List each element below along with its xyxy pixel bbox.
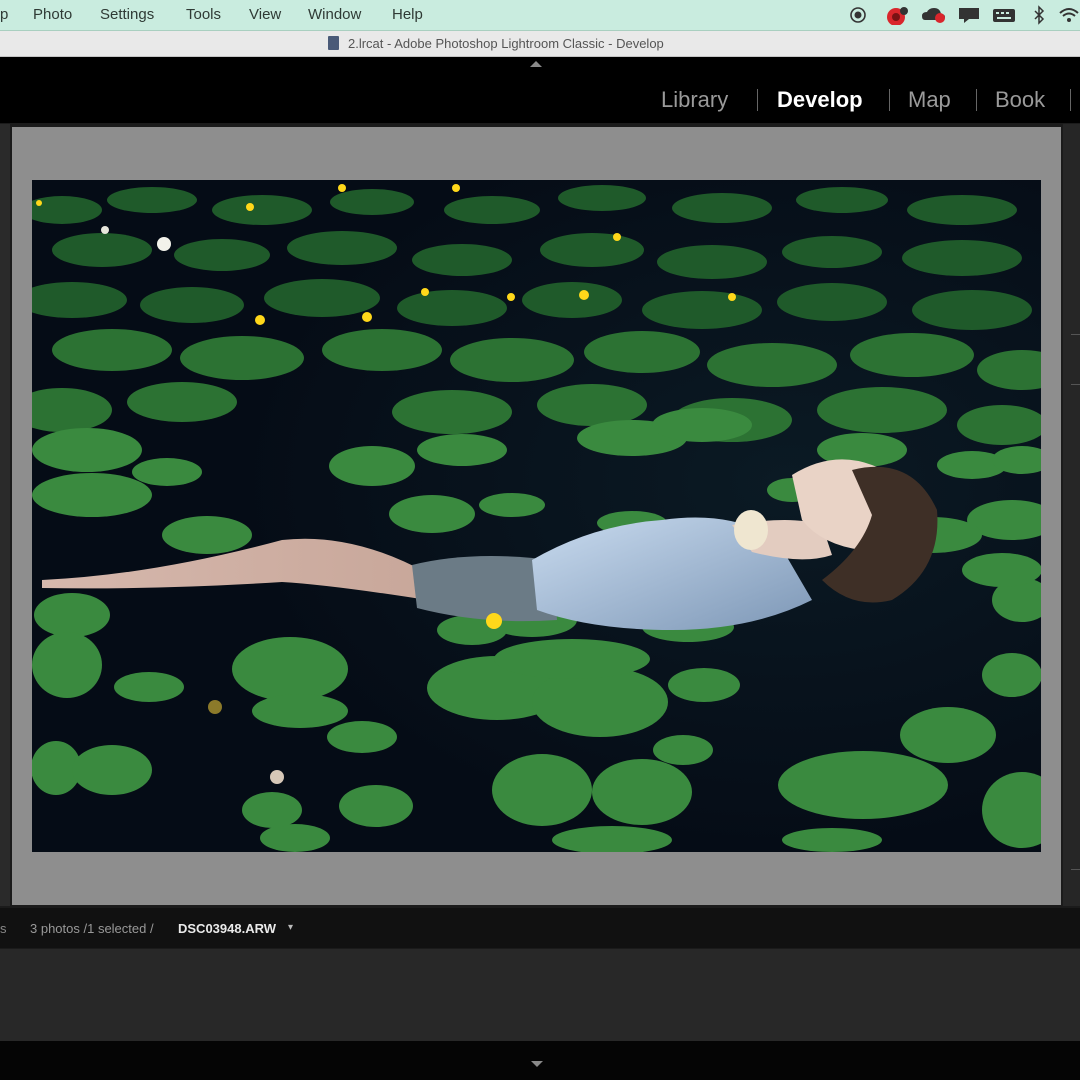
- window-title-bar: 2.lrcat - Adobe Photoshop Lightroom Clas…: [0, 31, 1080, 57]
- selected-filename[interactable]: DSC03948.ARW: [178, 921, 276, 936]
- panel-divider: [1071, 384, 1080, 385]
- notification-badge-icon[interactable]: [884, 5, 910, 25]
- module-picker-bar: Library Develop Map Book: [0, 57, 1080, 123]
- record-icon[interactable]: [849, 5, 867, 25]
- module-separator: [889, 89, 890, 111]
- collapse-filmstrip-icon[interactable]: [531, 1061, 543, 1067]
- panel-divider: [1071, 334, 1080, 335]
- module-map[interactable]: Map: [908, 87, 951, 113]
- menu-photo[interactable]: Photo: [33, 6, 72, 23]
- module-separator: [976, 89, 977, 111]
- menu-settings[interactable]: Settings: [100, 6, 154, 23]
- photo-count-label: 3 photos /1 selected /: [30, 921, 154, 936]
- filmstrip-left-label: s: [0, 921, 7, 936]
- menu-app-partial[interactable]: p: [0, 6, 8, 23]
- filmstrip-panel[interactable]: [0, 949, 1080, 1041]
- cloud-sync-icon[interactable]: [920, 5, 948, 25]
- menu-view[interactable]: View: [249, 6, 281, 23]
- photo-preview[interactable]: [32, 180, 1041, 852]
- bottom-panel-bar: [0, 1041, 1080, 1080]
- menu-tools[interactable]: Tools: [186, 6, 221, 23]
- left-panel-edge[interactable]: [0, 124, 10, 906]
- right-panel-edge[interactable]: [1063, 124, 1080, 906]
- macos-menu-bar: p Photo Settings Tools View Window Help: [0, 0, 1080, 31]
- module-book[interactable]: Book: [995, 87, 1045, 113]
- module-separator: [1070, 89, 1071, 111]
- module-separator: [757, 89, 758, 111]
- keyboard-icon[interactable]: [991, 5, 1017, 25]
- panel-divider: [1071, 869, 1080, 870]
- collapse-top-panel-icon[interactable]: [530, 61, 542, 67]
- chat-icon[interactable]: [957, 5, 981, 25]
- menu-window[interactable]: Window: [308, 6, 361, 23]
- bluetooth-icon[interactable]: [1032, 5, 1046, 25]
- filename-dropdown-icon[interactable]: ▾: [288, 922, 293, 933]
- module-develop[interactable]: Develop: [777, 87, 863, 113]
- filmstrip-info-bar: s 3 photos /1 selected / DSC03948.ARW ▾: [0, 908, 1080, 948]
- image-canvas[interactable]: [12, 127, 1061, 905]
- module-library[interactable]: Library: [661, 87, 728, 113]
- wifi-icon[interactable]: [1058, 5, 1080, 25]
- window-title: 2.lrcat - Adobe Photoshop Lightroom Clas…: [348, 36, 664, 51]
- document-icon: [328, 36, 339, 50]
- menu-help[interactable]: Help: [392, 6, 423, 23]
